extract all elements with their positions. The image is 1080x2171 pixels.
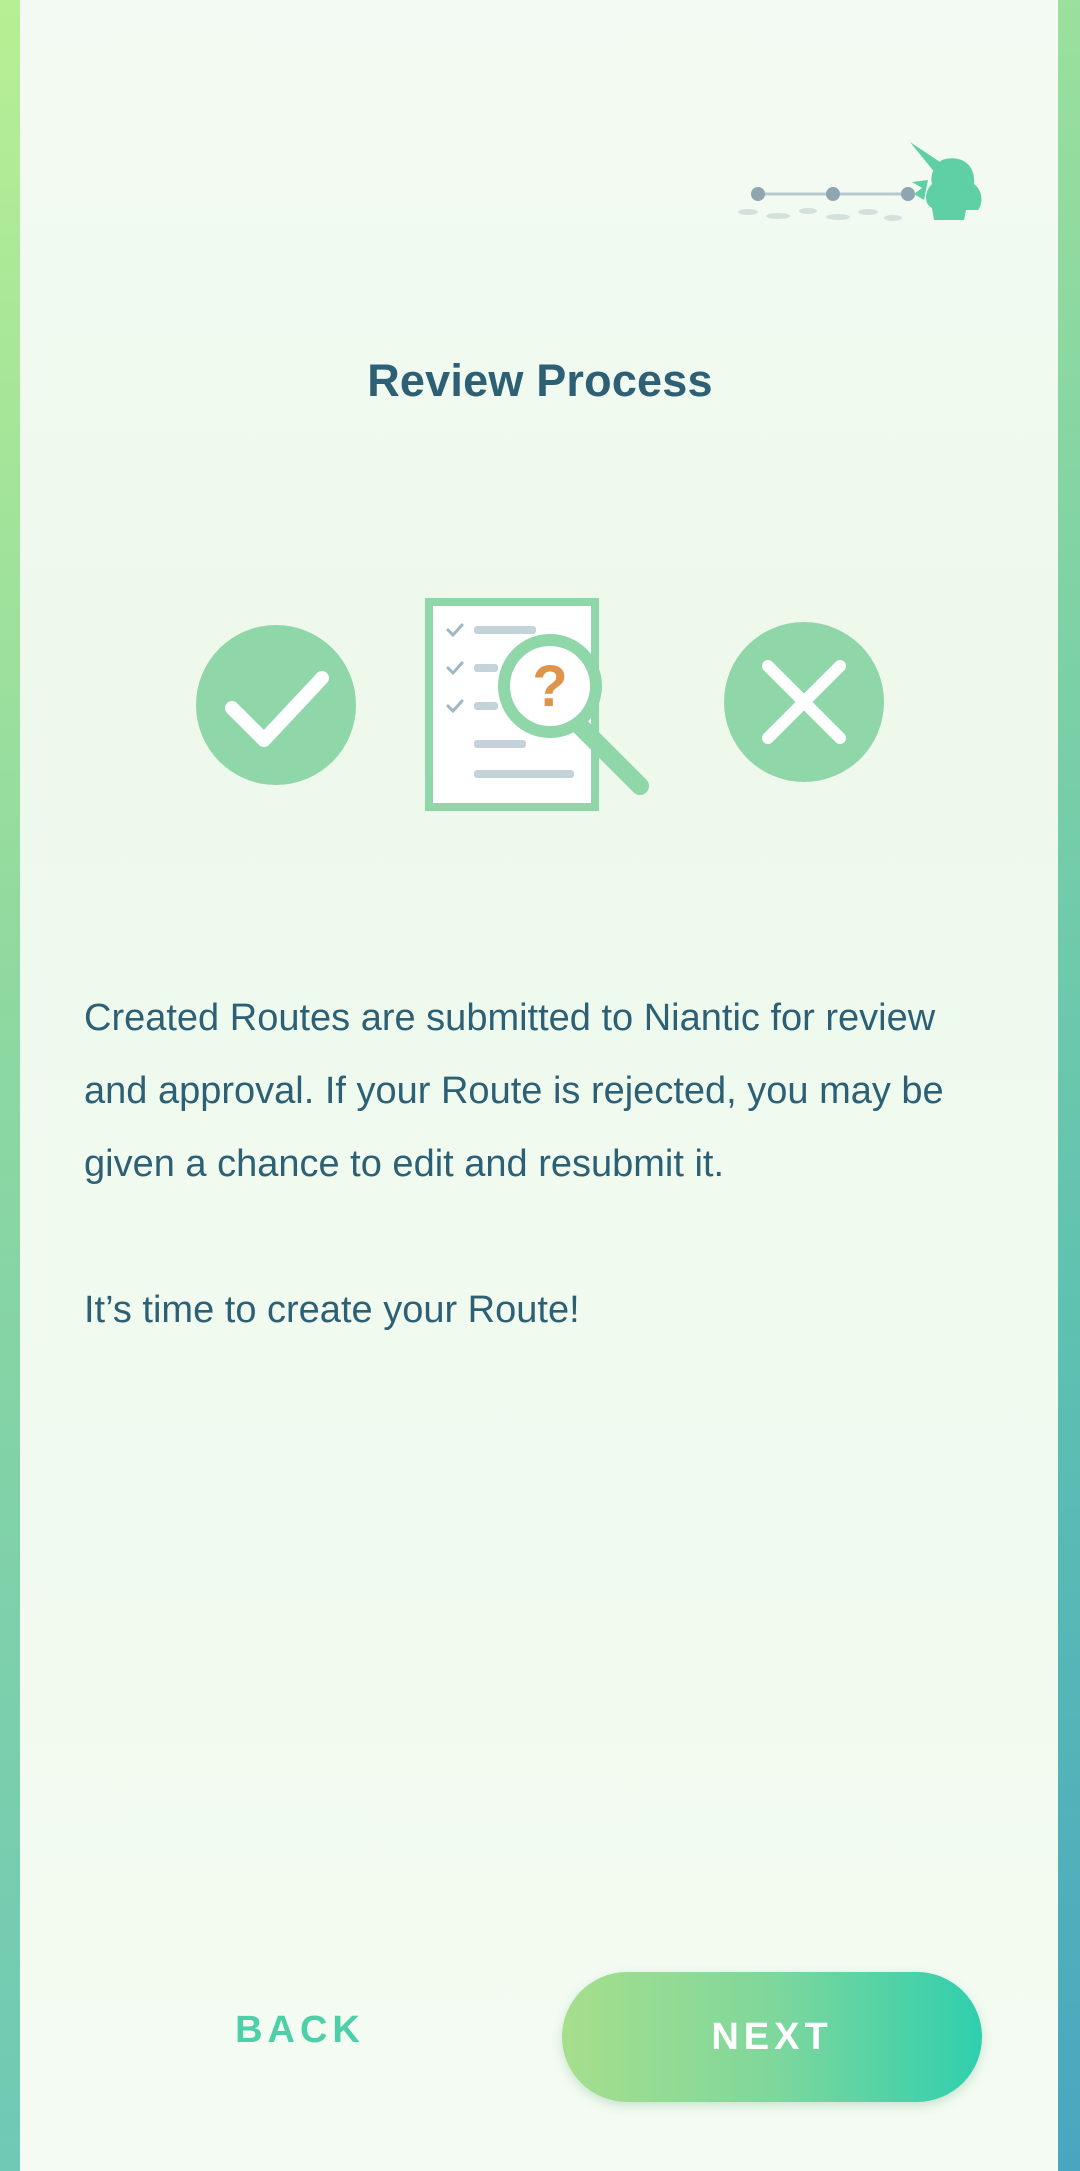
question-mark-text: ? [532,654,567,719]
app-frame: Review Process ? Created Routes are subm… [0,0,1080,2171]
next-button[interactable]: NEXT [562,1972,982,2102]
pikachu-silhouette-icon [910,142,982,220]
back-button[interactable]: BACK [210,1990,390,2070]
progress-step-2 [826,187,840,201]
description-paragraph-2: It’s time to create your Route! [84,1289,580,1331]
progress-indicator [738,142,982,221]
x-circle-icon [724,622,884,782]
checkmark-circle-icon [196,625,356,785]
description-paragraph-1: Created Routes are submitted to Niantic … [84,997,944,1185]
dust-trail [738,208,902,221]
description-text: Created Routes are submitted to Niantic … [84,982,1004,1347]
page-title: Review Process [367,355,713,406]
progress-step-1 [751,187,765,201]
review-illustration: ? [196,598,884,811]
progress-step-3 [901,187,915,201]
